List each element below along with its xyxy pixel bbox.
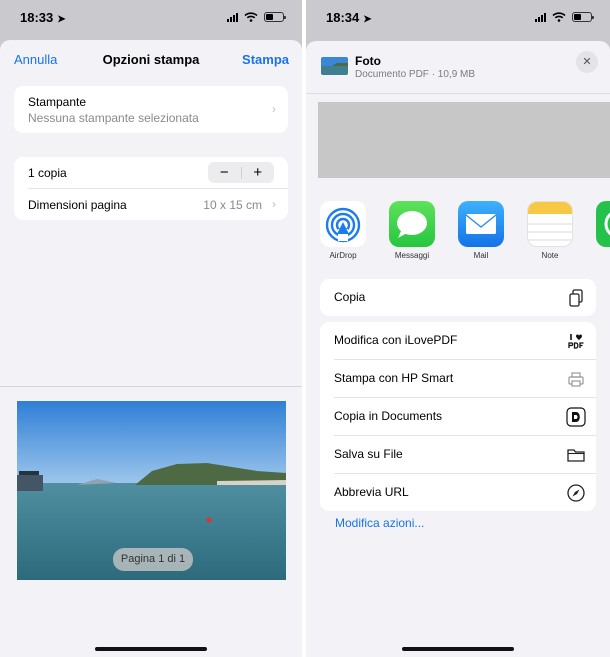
signal-icon	[535, 12, 546, 22]
chevron-right-icon: ›	[272, 102, 276, 116]
app-messaggi[interactable]: Messaggi	[389, 201, 435, 260]
status-time: 18:34 ➤	[326, 10, 372, 25]
location-icon: ➤	[57, 14, 66, 25]
wifi-icon	[552, 12, 566, 22]
whatsapp-icon	[596, 201, 610, 247]
share-sheet: Foto Documento PDF · 10,9 MB ✕ AirDrop M…	[306, 41, 610, 657]
action-label: Modifica con iLovePDF	[334, 333, 458, 347]
print-options-screen: 18:33 ➤ Annulla Opzioni stampa Stampa Sta…	[0, 0, 302, 657]
action-label: Stampa con HP Smart	[334, 371, 454, 385]
document-preview	[318, 102, 610, 178]
printer-value: Nessuna stampante selezionata	[28, 111, 199, 125]
decrement-button[interactable]: −	[208, 162, 241, 183]
file-meta: Documento PDF · 10,9 MB	[355, 69, 476, 80]
actions-group: Modifica con iLovePDF Stampa con HP Smar…	[320, 322, 596, 511]
messages-icon	[389, 201, 435, 247]
divider	[0, 386, 302, 387]
copies-stepper: − +	[208, 162, 274, 183]
status-time-text: 18:34	[326, 10, 360, 25]
app-label: Note	[541, 251, 559, 260]
airdrop-icon	[320, 201, 366, 247]
status-time-text: 18:33	[20, 10, 54, 25]
action-label: Salva su File	[334, 447, 403, 461]
share-header: Foto Documento PDF · 10,9 MB ✕	[306, 41, 610, 94]
status-icons	[227, 12, 286, 22]
increment-button[interactable]: +	[242, 162, 275, 183]
battery-icon	[264, 12, 286, 22]
share-sheet-screen: 18:34 ➤ Foto Documento PDF · 10,9 MB ✕ Ai…	[306, 0, 610, 657]
page-size-label: Dimensioni pagina	[28, 198, 127, 212]
file-name: Foto	[355, 54, 381, 68]
printer-label: Stampante	[28, 95, 87, 109]
edit-actions-link[interactable]: Modifica azioni...	[335, 516, 424, 530]
print-button[interactable]: Stampa	[242, 52, 289, 67]
mail-icon	[458, 201, 504, 247]
action-label: Abbrevia URL	[334, 485, 409, 499]
status-bar: 18:34 ➤	[306, 0, 610, 34]
ilovepdf-icon	[568, 334, 584, 349]
action-label: Copia in Documents	[334, 409, 443, 423]
notes-icon	[527, 201, 573, 247]
documents-icon	[566, 407, 586, 427]
nav-bar: Annulla Opzioni stampa Stampa	[0, 40, 302, 80]
page-size-value: 10 x 15 cm	[203, 198, 262, 212]
app-whatsapp[interactable]: Wh	[596, 201, 610, 247]
home-indicator	[402, 647, 514, 651]
copy-icon	[569, 289, 583, 307]
action-hp-smart[interactable]: Stampa con HP Smart	[334, 359, 596, 397]
action-shorten-url[interactable]: Abbrevia URL	[334, 473, 596, 511]
close-icon: ✕	[582, 56, 592, 68]
copies-row: 1 copia − +	[14, 157, 288, 188]
copy-action[interactable]: Copia	[320, 279, 596, 316]
app-row: AirDrop Messaggi Mail Note	[320, 201, 610, 261]
copies-label: 1 copia	[28, 166, 67, 180]
app-mail[interactable]: Mail	[458, 201, 504, 260]
compass-icon	[567, 484, 585, 502]
page-size-row[interactable]: Dimensioni pagina 10 x 15 cm ›	[28, 188, 288, 220]
app-label: AirDrop	[329, 251, 357, 260]
location-icon: ➤	[363, 14, 372, 25]
battery-icon	[572, 12, 594, 22]
app-note[interactable]: Note	[527, 201, 573, 260]
signal-icon	[227, 12, 238, 22]
home-indicator	[95, 647, 207, 651]
copy-label: Copia	[334, 290, 366, 304]
app-label: Messaggi	[394, 251, 430, 260]
file-thumbnail	[321, 57, 348, 75]
page-indicator: Pagina 1 di 1	[113, 548, 193, 571]
folder-icon	[567, 449, 585, 462]
close-button[interactable]: ✕	[576, 51, 598, 73]
action-ilovepdf[interactable]: Modifica con iLovePDF	[320, 322, 596, 359]
action-documents[interactable]: Copia in Documents	[334, 397, 596, 435]
wifi-icon	[244, 12, 258, 22]
copy-action-group: Copia	[320, 279, 596, 316]
status-bar: 18:33 ➤	[0, 0, 302, 34]
status-time: 18:33 ➤	[20, 10, 66, 25]
chevron-right-icon: ›	[272, 197, 276, 211]
app-label: Mail	[473, 251, 489, 260]
print-preview[interactable]: Pagina 1 di 1	[17, 401, 286, 580]
printer-selector[interactable]: Stampante Nessuna stampante selezionata …	[14, 86, 288, 133]
app-airdrop[interactable]: AirDrop	[320, 201, 366, 260]
print-settings-group: 1 copia − + Dimensioni pagina 10 x 15 cm…	[14, 157, 288, 220]
app-label: Wh	[588, 251, 610, 260]
status-icons	[535, 12, 594, 22]
printer-icon	[568, 372, 584, 387]
action-save-file[interactable]: Salva su File	[334, 435, 596, 473]
